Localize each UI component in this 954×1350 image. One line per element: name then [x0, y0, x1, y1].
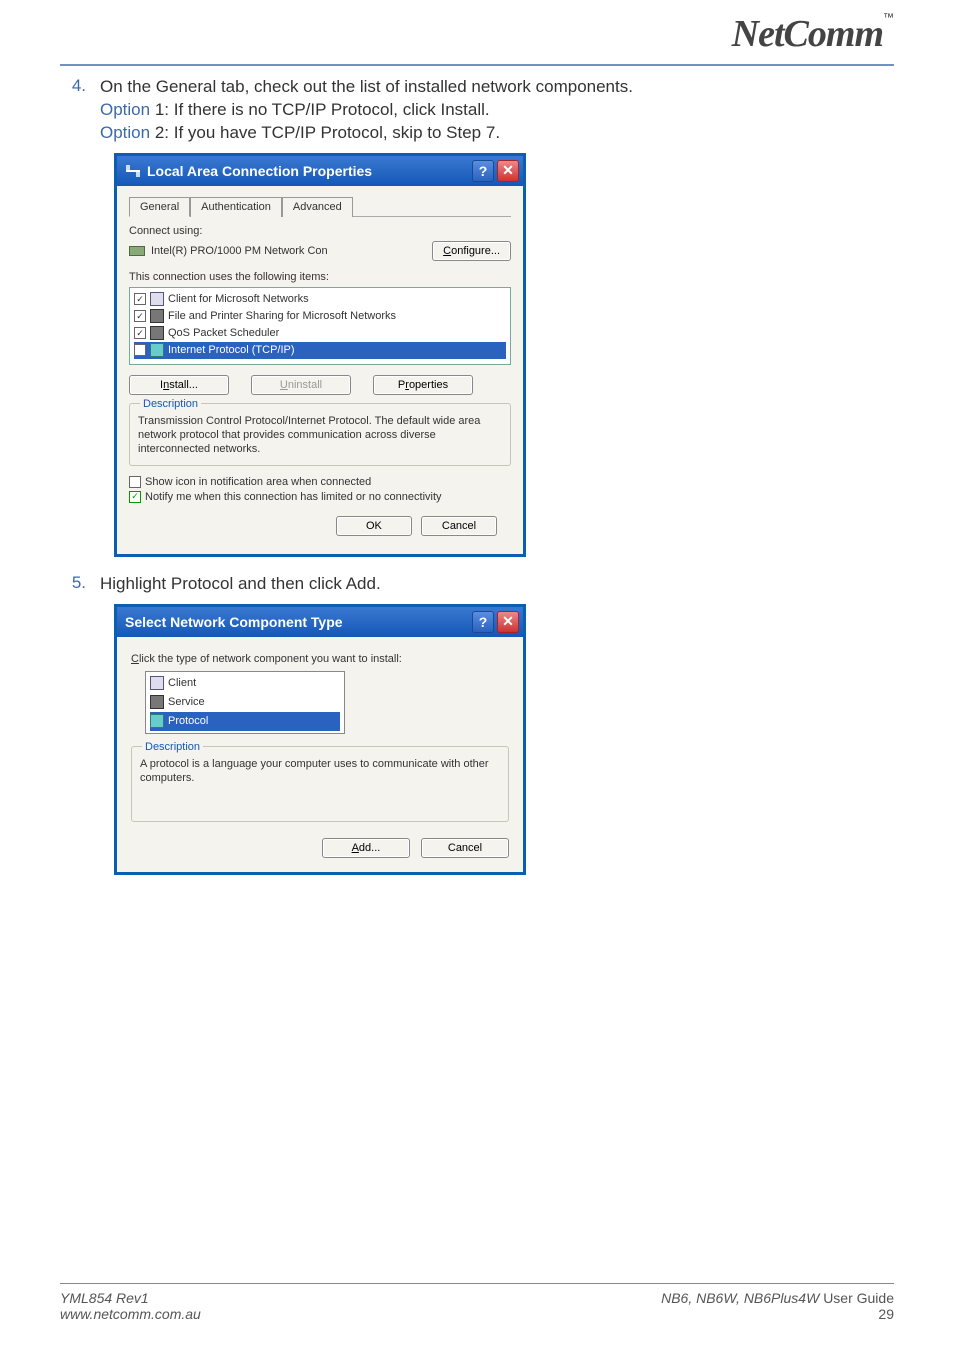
list-item[interactable]: Client: [150, 674, 340, 693]
tab-advanced[interactable]: Advanced: [282, 197, 353, 217]
uninstall-button[interactable]: Uninstall: [251, 375, 351, 395]
item-label: Client: [168, 677, 196, 689]
help-button[interactable]: ?: [472, 160, 494, 182]
item-action-buttons: Install... Uninstall Properties: [129, 375, 511, 395]
checkbox-icon: [134, 327, 146, 339]
srv-icon: [150, 326, 164, 340]
description-text: A protocol is a language your computer u…: [140, 757, 500, 786]
component-type-list[interactable]: Client Service Protocol: [145, 671, 345, 734]
tab-general[interactable]: General: [129, 197, 190, 217]
description-fieldset: Description A protocol is a language you…: [131, 746, 509, 823]
show-icon-label: Show icon in notification area when conn…: [145, 476, 371, 488]
checkbox-icon: [134, 344, 146, 356]
dialog-body: Click the type of network component you …: [117, 637, 523, 873]
item-label: Internet Protocol (TCP/IP): [168, 344, 295, 356]
description-fieldset: Description Transmission Control Protoco…: [129, 403, 511, 466]
description-text: Transmission Control Protocol/Internet P…: [138, 414, 502, 457]
item-label: File and Printer Sharing for Microsoft N…: [168, 310, 396, 322]
ok-button[interactable]: OK: [336, 516, 412, 536]
netcomm-logo: NetComm: [732, 12, 883, 56]
lan-properties-dialog: Local Area Connection Properties ? ✕ Gen…: [114, 153, 526, 557]
close-button[interactable]: ✕: [497, 160, 519, 182]
prompt-label: Click the type of network component you …: [131, 653, 509, 665]
mon-icon: [150, 676, 164, 690]
install-button[interactable]: Install...: [129, 375, 229, 395]
option-1-label: Option: [100, 100, 150, 119]
step-number: 4.: [60, 76, 100, 145]
configure-button[interactable]: Configure...: [432, 241, 511, 261]
mon-icon: [150, 292, 164, 306]
list-item[interactable]: Service: [150, 693, 340, 712]
nic-icon: [129, 246, 145, 256]
notify-label: Notify me when this connection has limit…: [145, 491, 442, 503]
step-4: 4. On the General tab, check out the lis…: [60, 76, 894, 145]
close-button[interactable]: ✕: [497, 611, 519, 633]
cancel-button[interactable]: Cancel: [421, 838, 509, 858]
dialog-title: Local Area Connection Properties: [147, 163, 469, 179]
trademark-symbol: ™: [883, 12, 894, 24]
dialog-titlebar: Local Area Connection Properties ? ✕: [117, 156, 523, 186]
cancel-button[interactable]: Cancel: [421, 516, 497, 536]
description-legend: Description: [142, 741, 203, 753]
proto-icon: [150, 714, 164, 728]
list-item[interactable]: Client for Microsoft Networks: [134, 291, 506, 308]
page-footer: YML854 Rev1 www.netcomm.com.au NB6, NB6W…: [60, 1283, 894, 1322]
adapter-row: Intel(R) PRO/1000 PM Network Con Configu…: [129, 241, 511, 261]
dialog-footer: OK Cancel: [129, 506, 511, 542]
tab-strip: General Authentication Advanced: [129, 196, 511, 217]
network-items-list[interactable]: Client for Microsoft Networks File and Pr…: [129, 287, 511, 365]
step-5: 5. Highlight Protocol and then click Add…: [60, 573, 894, 596]
page-header: NetComm™: [0, 0, 954, 56]
footer-right: NB6, NB6W, NB6Plus4W User Guide 29: [661, 1290, 894, 1322]
item-label: Client for Microsoft Networks: [168, 293, 309, 305]
footer-left: YML854 Rev1 www.netcomm.com.au: [60, 1290, 201, 1322]
option-2-label: Option: [100, 123, 150, 142]
srv-icon: [150, 695, 164, 709]
network-icon: [125, 163, 141, 179]
uses-items-label: This connection uses the following items…: [129, 271, 511, 283]
srv-icon: [150, 309, 164, 323]
tab-authentication[interactable]: Authentication: [190, 197, 282, 217]
item-label: QoS Packet Scheduler: [168, 327, 279, 339]
adapter-name: Intel(R) PRO/1000 PM Network Con: [151, 245, 432, 257]
item-label: Protocol: [168, 715, 208, 727]
step-number: 5.: [60, 573, 100, 596]
dialog-title: Select Network Component Type: [125, 614, 469, 630]
select-component-dialog: Select Network Component Type ? ✕ Click …: [114, 604, 526, 876]
list-item[interactable]: Internet Protocol (TCP/IP): [134, 342, 506, 359]
notify-checkbox[interactable]: Notify me when this connection has limit…: [129, 491, 511, 503]
step-text: Highlight Protocol and then click Add.: [100, 573, 381, 596]
header-divider: [60, 64, 894, 66]
dialog-body: General Authentication Advanced Connect …: [117, 186, 523, 554]
proto-icon: [150, 343, 164, 357]
checkbox-icon: [134, 293, 146, 305]
item-label: Service: [168, 696, 205, 708]
checkbox-icon: [134, 310, 146, 322]
help-button[interactable]: ?: [472, 611, 494, 633]
list-item[interactable]: QoS Packet Scheduler: [134, 325, 506, 342]
list-item[interactable]: File and Printer Sharing for Microsoft N…: [134, 308, 506, 325]
step-text: On the General tab, check out the list o…: [100, 76, 633, 145]
page-content: 4. On the General tab, check out the lis…: [0, 76, 954, 875]
dialog-titlebar: Select Network Component Type ? ✕: [117, 607, 523, 637]
properties-button[interactable]: Properties: [373, 375, 473, 395]
list-item[interactable]: Protocol: [150, 712, 340, 731]
dialog-footer: Add... Cancel: [131, 832, 509, 858]
add-button[interactable]: Add...: [322, 838, 410, 858]
show-icon-checkbox[interactable]: Show icon in notification area when conn…: [129, 476, 511, 488]
checkbox-icon: [129, 476, 141, 488]
checkbox-icon: [129, 491, 141, 503]
connect-using-label: Connect using:: [129, 225, 511, 237]
description-legend: Description: [140, 398, 201, 410]
